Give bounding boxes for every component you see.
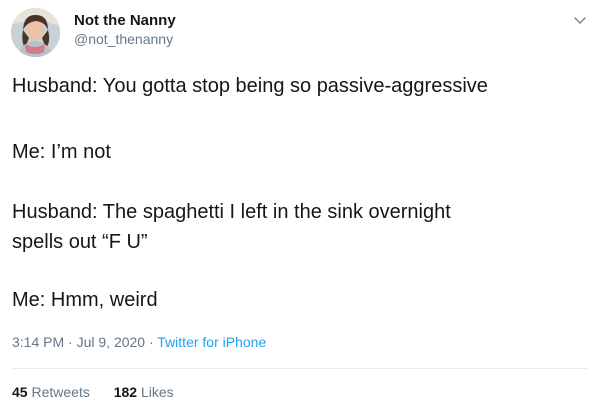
display-name[interactable]: Not the Nanny bbox=[74, 12, 176, 29]
tweet-meta: 3:14 PM · Jul 9, 2020 · Twitter for iPho… bbox=[12, 334, 266, 350]
retweets-count: 45 bbox=[12, 384, 28, 400]
retweets-label: Retweets bbox=[31, 384, 90, 400]
tweet-card: Not the Nanny @not_thenanny Husband: You… bbox=[0, 0, 600, 413]
tweet-text-line: Husband: The spaghetti I left in the sin… bbox=[12, 201, 451, 223]
tweet-text-line: Me: I’m not bbox=[12, 141, 111, 163]
meta-separator: · bbox=[145, 334, 158, 350]
divider bbox=[12, 368, 588, 369]
user-handle[interactable]: @not_thenanny bbox=[74, 31, 173, 47]
meta-separator: · bbox=[64, 334, 77, 350]
tweet-date[interactable]: Jul 9, 2020 bbox=[77, 334, 146, 350]
avatar[interactable] bbox=[11, 8, 60, 57]
likes-count: 182 bbox=[113, 384, 138, 400]
tweet-stats: 45 Retweets 182 Likes bbox=[12, 384, 174, 400]
tweet-source-link[interactable]: Twitter for iPhone bbox=[157, 334, 266, 350]
tweet-text-line: Husband: You gotta stop being so passive… bbox=[12, 75, 488, 97]
tweet-text-line: Me: Hmm, weird bbox=[12, 289, 158, 311]
likes-label: Likes bbox=[140, 384, 174, 400]
likes-stat[interactable]: 182 Likes bbox=[114, 384, 174, 400]
chevron-down-icon[interactable] bbox=[572, 12, 588, 28]
tweet-time[interactable]: 3:14 PM bbox=[12, 334, 64, 350]
tweet-text-line: spells out “F U” bbox=[12, 231, 148, 253]
retweets-stat[interactable]: 45 Retweets bbox=[12, 384, 90, 400]
